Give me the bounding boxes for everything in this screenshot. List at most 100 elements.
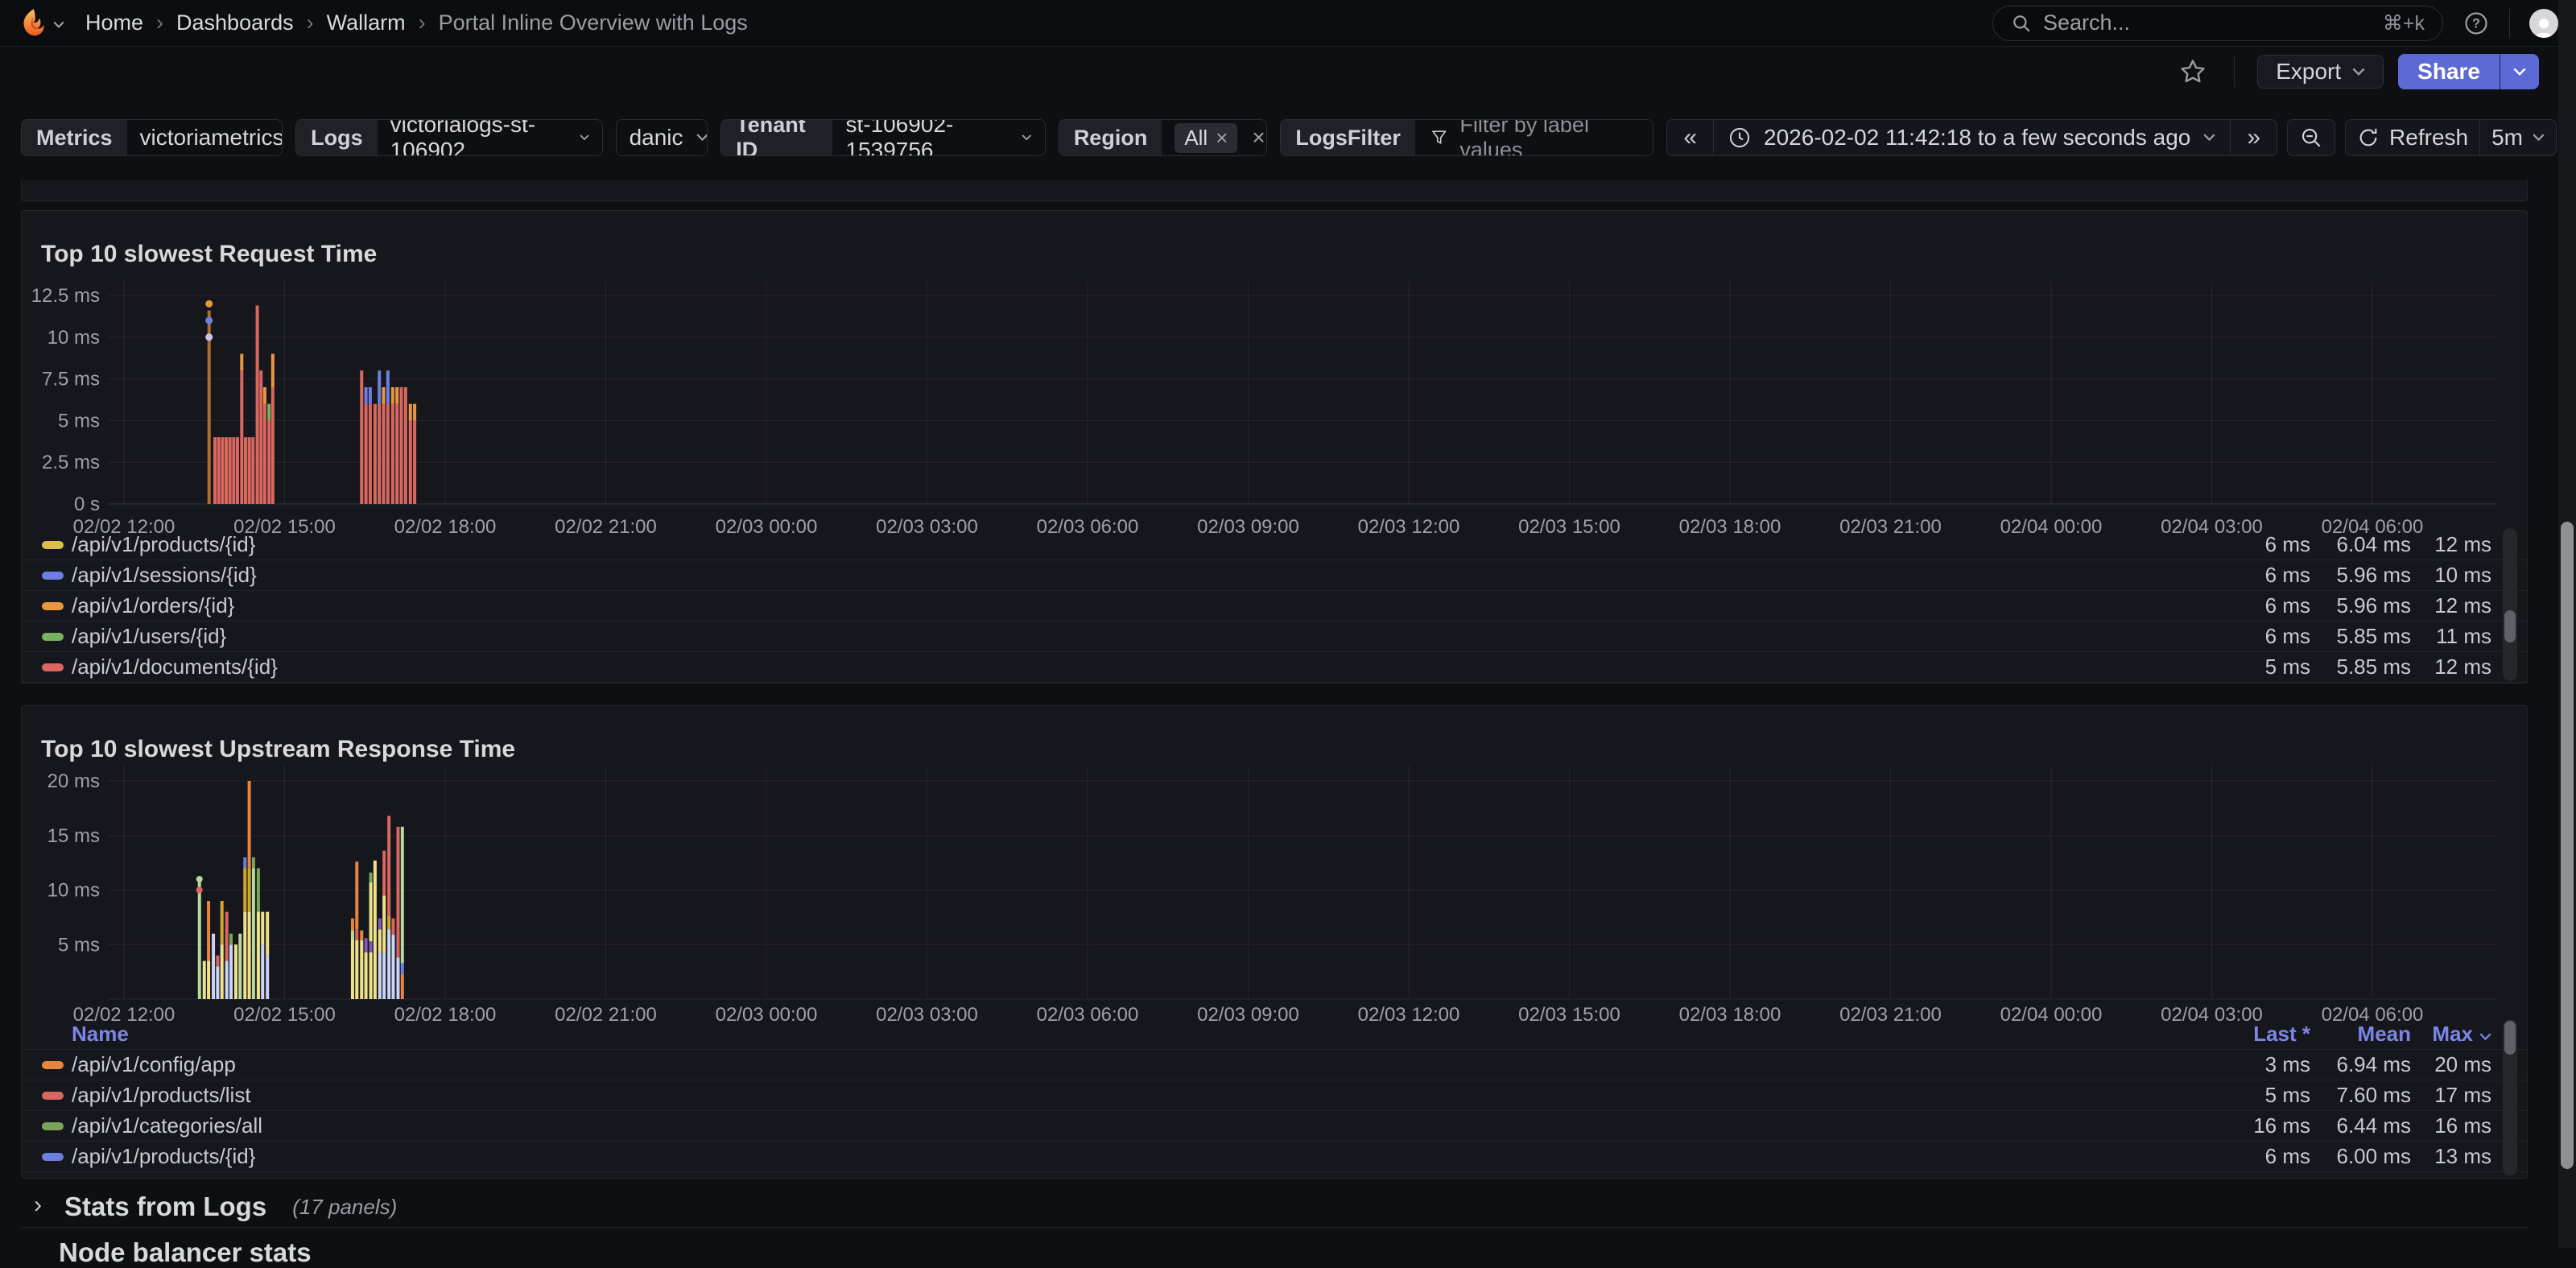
share-button[interactable]: Share xyxy=(2398,54,2500,89)
breadcrumb-dashboards[interactable]: Dashboards xyxy=(176,10,294,35)
series-last-value: 6 ms xyxy=(2265,593,2310,618)
svg-text:5 ms: 5 ms xyxy=(58,934,100,956)
variable-metrics: Metrics victoriametrics xyxy=(21,119,283,156)
search-placeholder: Search... xyxy=(2043,10,2130,35)
grafana-logo[interactable] xyxy=(18,8,48,39)
panel-title[interactable]: Top 10 slowest Upstream Response Time xyxy=(41,736,515,763)
variable-logs-value[interactable]: victorialogs-st-106902 xyxy=(378,120,602,155)
series-last-value: 5 ms xyxy=(2265,655,2310,679)
remove-region-value-icon[interactable]: × xyxy=(1216,126,1228,151)
legend-row[interactable]: /api/v1/orders/{id}6 ms5.96 ms12 ms xyxy=(22,591,2528,622)
variable-tenant-label: Tenant ID xyxy=(721,120,832,155)
series-last-value: 6 ms xyxy=(2265,532,2310,557)
timeseries-chart[interactable]: 5 ms10 ms15 ms20 ms02/02 12:0002/02 15:0… xyxy=(22,762,2528,1043)
series-max-value: 12 ms xyxy=(2434,593,2491,618)
series-name: /api/v1/orders/{id} xyxy=(72,593,234,618)
time-controls: « 2026-02-02 11:42:18 to a few seconds a… xyxy=(1666,119,2557,156)
breadcrumb-separator: › xyxy=(419,10,426,35)
series-mean-value: 5.96 ms xyxy=(2337,563,2412,588)
series-mean-value: 6.00 ms xyxy=(2337,1144,2412,1169)
series-name: /api/v1/sessions/{id} xyxy=(72,563,257,588)
variable-extra-selected: danic xyxy=(630,125,683,151)
actions-divider xyxy=(2234,56,2235,87)
refresh-interval-picker[interactable]: 5m xyxy=(2480,119,2557,156)
chevron-down-icon xyxy=(2352,68,2365,76)
chevron-right-icon: › xyxy=(34,1192,42,1219)
region-selected-pill[interactable]: All × xyxy=(1174,123,1237,153)
legend-row[interactable]: /api/v1/products/{id}6 ms6.04 ms12 ms xyxy=(22,530,2528,560)
series-color-swatch xyxy=(42,1153,64,1161)
variable-region-value[interactable]: All × × xyxy=(1162,120,1267,155)
svg-text:15 ms: 15 ms xyxy=(47,825,100,847)
breadcrumb-current: Portal Inline Overview with Logs xyxy=(439,10,748,35)
series-color-swatch xyxy=(42,541,64,549)
series-last-value: 3 ms xyxy=(2265,1052,2310,1077)
zoom-out-time-button[interactable] xyxy=(2287,119,2335,156)
variable-tenant-value[interactable]: st-106902-1539756 xyxy=(832,120,1044,155)
search-icon xyxy=(2011,13,2032,34)
legend-table: Name Last * Mean Max/api/v1/config/app3 ms6… xyxy=(22,1019,2528,1172)
collapsed-row-stats-from-logs[interactable]: › Stats from Logs (17 panels) xyxy=(21,1190,2528,1224)
variable-extra: danic xyxy=(616,119,708,156)
series-name: /api/v1/documents/{id} xyxy=(72,655,278,679)
time-shift-back-button[interactable]: « xyxy=(1666,119,1714,156)
org-switcher-caret-icon[interactable] xyxy=(53,19,64,33)
help-button[interactable]: ? xyxy=(2464,11,2488,35)
page-scrollbar-thumb[interactable] xyxy=(2561,522,2574,1169)
legend-row[interactable]: /api/v1/documents/{id}5 ms5.85 ms12 ms xyxy=(22,652,2528,683)
legend-row[interactable]: /api/v1/sessions/{id}6 ms5.96 ms10 ms xyxy=(22,560,2528,591)
logs-filter-label: LogsFilter xyxy=(1281,120,1415,155)
legend-scrollbar[interactable] xyxy=(2503,528,2517,681)
series-last-value: 6 ms xyxy=(2265,563,2310,588)
share-label: Share xyxy=(2417,59,2480,85)
series-max-value: 12 ms xyxy=(2434,532,2491,557)
variable-extra-value[interactable]: danic xyxy=(617,120,708,155)
series-name: /api/v1/products/{id} xyxy=(72,1144,255,1169)
variable-tenant-selected: st-106902-1539756 xyxy=(845,119,1009,156)
legend-row[interactable]: /api/v1/categories/all16 ms6.44 ms16 ms xyxy=(22,1111,2528,1142)
legend-header-mean[interactable]: Mean xyxy=(2358,1022,2411,1047)
legend-header-name[interactable]: Name xyxy=(72,1022,129,1047)
legend-row[interactable]: /api/v1/config/app3 ms6.94 ms20 ms xyxy=(22,1050,2528,1080)
svg-text:0 s: 0 s xyxy=(74,494,100,515)
svg-text:10 ms: 10 ms xyxy=(47,327,100,349)
series-mean-value: 5.85 ms xyxy=(2337,655,2412,679)
row-divider xyxy=(21,1227,2528,1228)
legend-header-last[interactable]: Last * xyxy=(2253,1022,2310,1047)
breadcrumb-home[interactable]: Home xyxy=(85,10,143,35)
variable-tenant: Tenant ID st-106902-1539756 xyxy=(720,119,1046,156)
logs-filter-input[interactable]: Filter by label values xyxy=(1415,120,1653,155)
page-scrollbar[interactable] xyxy=(2558,0,2576,1248)
series-color-swatch xyxy=(42,1122,64,1130)
legend-row[interactable]: /api/v1/users/{id}6 ms5.85 ms11 ms xyxy=(22,622,2528,652)
dashboard-controls-row: Metrics victoriametrics Logs victorialog… xyxy=(21,119,2557,156)
variable-metrics-value[interactable]: victoriametrics xyxy=(127,120,283,155)
logs-filter-placeholder: Filter by label values xyxy=(1459,119,1638,156)
next-row-title-clipped[interactable]: Node balancer stats xyxy=(59,1237,312,1268)
star-dashboard-button[interactable] xyxy=(2174,57,2211,86)
share-menu-button[interactable] xyxy=(2500,54,2539,89)
chevron-down-icon xyxy=(2203,134,2215,142)
legend-scrollbar-thumb[interactable] xyxy=(2504,610,2516,642)
chevron-down-icon xyxy=(2513,68,2526,76)
zoom-out-icon xyxy=(2299,126,2323,150)
refresh-button[interactable]: Refresh xyxy=(2345,119,2480,156)
time-shift-forward-button[interactable]: » xyxy=(2231,119,2277,156)
legend-row[interactable]: /api/v1/products/{id}6 ms6.00 ms13 ms xyxy=(22,1142,2528,1172)
breadcrumb-folder[interactable]: Wallarm xyxy=(327,10,406,35)
variable-logs: Logs victorialogs-st-106902 xyxy=(295,119,602,156)
search-input[interactable]: Search... ⌘+k xyxy=(1992,6,2443,41)
legend-header-max[interactable]: Max xyxy=(2432,1022,2491,1047)
clear-region-icon[interactable]: × xyxy=(1252,125,1265,151)
legend-row[interactable]: /api/v1/products/list5 ms7.60 ms17 ms xyxy=(22,1080,2528,1111)
export-button[interactable]: Export xyxy=(2257,55,2384,89)
time-range-text: 2026-02-02 11:42:18 to a few seconds ago xyxy=(1764,125,2190,151)
timeseries-chart[interactable]: 0 s2.5 ms5 ms7.5 ms10 ms12.5 ms02/02 12:… xyxy=(22,259,2528,543)
time-range-picker[interactable]: 2026-02-02 11:42:18 to a few seconds ago xyxy=(1714,119,2231,156)
user-avatar[interactable] xyxy=(2529,9,2558,38)
svg-text:5 ms: 5 ms xyxy=(58,410,100,432)
legend-scrollbar[interactable] xyxy=(2503,1019,2517,1175)
variable-metrics-selected: victoriametrics xyxy=(140,125,283,151)
legend-scrollbar-thumb[interactable] xyxy=(2504,1021,2516,1055)
series-color-swatch xyxy=(42,663,64,671)
